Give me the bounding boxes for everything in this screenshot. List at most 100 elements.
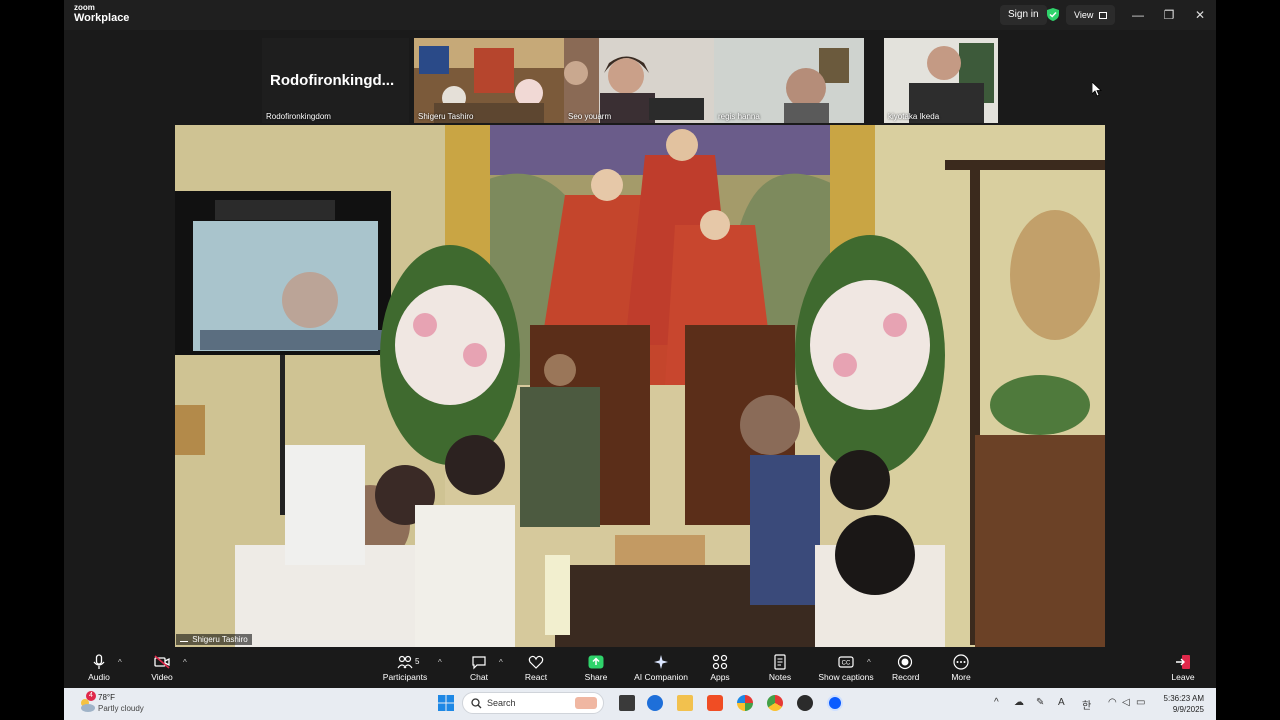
weather-badge: 4 <box>86 691 96 701</box>
participant-tile-presenter[interactable]: Rodofironkingd... Rodofironkingdom <box>262 38 409 123</box>
video-options-caret-icon[interactable]: ^ <box>183 658 187 667</box>
microphone-icon <box>93 654 105 669</box>
participants-icon <box>397 655 413 669</box>
ai-companion-label: AI Companion <box>634 672 688 682</box>
participants-options-caret-icon[interactable]: ^ <box>438 658 442 667</box>
zoom-logo: zoom Workplace <box>74 4 129 24</box>
audio-button[interactable]: Audio <box>86 654 112 682</box>
chat-button[interactable]: Chat <box>466 654 492 682</box>
presenter-name-large: Rodofironkingd... <box>270 72 395 89</box>
participant-video-thumbnail <box>884 38 998 123</box>
active-speaker-video <box>175 125 1105 647</box>
chat-icon <box>472 656 486 670</box>
audio-label: Audio <box>88 672 110 682</box>
notes-icon <box>774 654 786 670</box>
close-icon[interactable]: ✕ <box>1191 6 1209 24</box>
participant-tile-active[interactable]: Shigeru Tashiro <box>414 38 564 123</box>
more-icon <box>953 654 969 670</box>
restore-icon[interactable]: ❐ <box>1160 6 1178 24</box>
more-button[interactable]: More <box>948 654 974 682</box>
view-button[interactable]: View <box>1066 5 1115 25</box>
record-icon <box>897 654 913 670</box>
grid-view-icon <box>1098 12 1107 19</box>
leave-button[interactable]: Leave <box>1170 654 1196 682</box>
record-button[interactable]: Record <box>892 654 920 682</box>
clock-date: 9/9/2025 <box>1172 705 1204 714</box>
weather-temperature: 78°F <box>98 693 115 702</box>
tray-pen-icon[interactable]: ✎ <box>1036 697 1044 708</box>
record-label: Record <box>892 672 920 682</box>
input-method-icon[interactable]: 한 <box>1082 697 1091 712</box>
brand-name: Workplace <box>74 12 130 24</box>
chat-label: Chat <box>470 672 488 682</box>
signal-bars-icon <box>180 635 188 642</box>
sparkle-icon <box>654 655 668 669</box>
participant-name: Shigeru Tashiro <box>418 112 474 121</box>
captions-options-caret-icon[interactable]: ^ <box>867 658 871 667</box>
meeting-toolbar: Audio ^ Video ^ 5 Participants ^ Chat ^ … <box>64 648 1216 688</box>
zoom-taskbar-icon[interactable] <box>827 695 843 711</box>
speaker-name: Shigeru Tashiro <box>192 635 248 644</box>
chat-options-caret-icon[interactable]: ^ <box>499 658 503 667</box>
notes-button[interactable]: Notes <box>767 654 793 682</box>
participant-tile[interactable]: Seo youarm <box>564 38 714 123</box>
participants-button[interactable]: 5 Participants <box>382 654 428 682</box>
wifi-icon[interactable]: ◠ <box>1108 697 1117 708</box>
brand-small: zoom <box>74 3 95 12</box>
minimize-icon[interactable]: — <box>1129 6 1147 24</box>
participant-name: Rodofironkingdom <box>266 112 331 121</box>
video-label: Video <box>151 672 173 682</box>
task-view-icon[interactable] <box>619 695 635 711</box>
show-captions-label: Show captions <box>818 672 874 682</box>
tray-font-icon[interactable]: A <box>1058 697 1065 708</box>
brave-browser-icon[interactable] <box>707 695 723 711</box>
photos-app-icon[interactable] <box>737 695 753 711</box>
edge-browser-icon[interactable] <box>647 695 663 711</box>
title-bar: zoom Workplace Sign in View — ❐ ✕ <box>64 0 1216 30</box>
participant-tile[interactable]: regis hanna <box>714 38 864 123</box>
mouse-cursor-icon <box>1092 82 1102 97</box>
view-label: View <box>1074 10 1094 20</box>
speaker-name-label: Shigeru Tashiro <box>176 634 252 645</box>
tray-overflow-chevron-icon[interactable]: ^ <box>994 697 999 708</box>
svg-text:CC: CC <box>842 661 851 667</box>
captions-icon: CC <box>838 656 854 668</box>
main-video[interactable] <box>175 125 1105 647</box>
participants-label: Participants <box>382 672 428 682</box>
weather-widget[interactable]: 4 78°F Partly cloudy <box>78 691 158 717</box>
windows-taskbar: 4 78°F Partly cloudy Search ^ ☁ ✎ A 한 ◠ … <box>64 688 1216 720</box>
share-button[interactable]: Share <box>583 654 609 682</box>
file-explorer-icon[interactable] <box>677 695 693 711</box>
clock-time: 5:36:23 AM <box>1163 694 1204 703</box>
taskbar-search-box[interactable]: Search <box>462 692 604 714</box>
screen: zoom Workplace Sign in View — ❐ ✕ Rodofi… <box>0 0 1280 720</box>
apps-button[interactable]: Apps <box>707 654 733 682</box>
participant-video-thumbnail <box>714 38 864 123</box>
search-icon <box>471 698 482 709</box>
tray-cloud-icon[interactable]: ☁ <box>1014 697 1024 708</box>
audio-options-caret-icon[interactable]: ^ <box>118 658 122 667</box>
github-app-icon[interactable] <box>797 695 813 711</box>
encryption-shield-icon[interactable] <box>1047 8 1059 21</box>
participant-tile[interactable]: kiyotaka Ikeda <box>884 38 998 123</box>
chrome-browser-icon[interactable] <box>767 695 783 711</box>
video-button[interactable]: Video <box>149 654 175 682</box>
video-off-icon <box>154 655 170 669</box>
volume-icon[interactable]: ◁ <box>1122 697 1130 708</box>
participants-count: 5 <box>415 657 420 666</box>
participant-video-thumbnail <box>414 38 564 123</box>
search-highlight-icon <box>575 697 597 709</box>
heart-icon <box>528 655 544 669</box>
share-screen-icon <box>588 655 604 669</box>
ai-companion-button[interactable]: AI Companion <box>634 654 688 682</box>
sign-in-button[interactable]: Sign in <box>1000 5 1047 25</box>
share-label: Share <box>584 672 608 682</box>
gallery-strip: Rodofironkingd... Rodofironkingdom Shige… <box>262 38 1018 123</box>
react-button[interactable]: React <box>523 654 549 682</box>
battery-icon[interactable]: ▭ <box>1136 697 1145 708</box>
react-label: React <box>524 672 548 682</box>
participant-name: Seo youarm <box>568 112 612 121</box>
taskbar-clock[interactable]: 5:36:23 AM 9/9/2025 <box>1154 693 1204 715</box>
zoom-window: zoom Workplace Sign in View — ❐ ✕ Rodofi… <box>64 0 1216 688</box>
windows-start-icon[interactable] <box>438 695 454 711</box>
